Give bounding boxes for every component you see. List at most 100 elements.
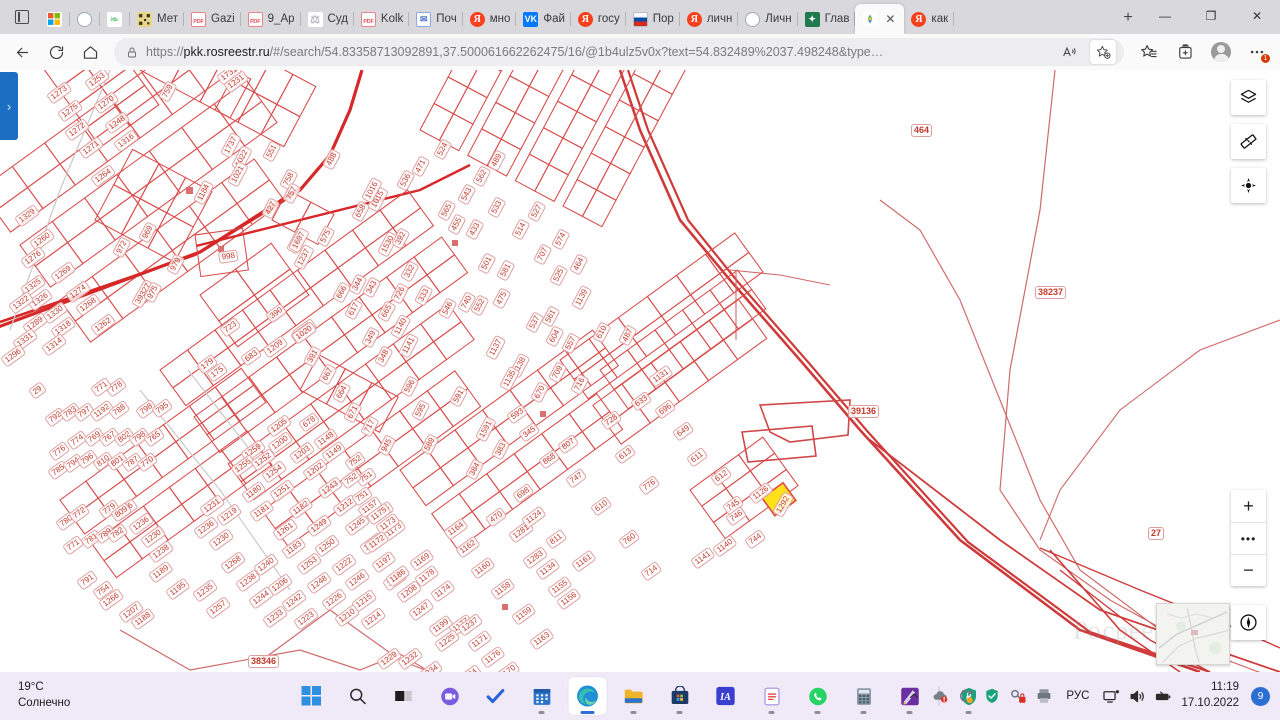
svg-text:IA: IA <box>719 692 731 703</box>
browser-tab[interactable] <box>70 4 100 34</box>
new-tab-button[interactable]: + <box>1114 4 1142 32</box>
windows-taskbar: 19°C Солнечно IA РУС 11:19 17.10.2022 9 <box>0 672 1280 720</box>
tray-printer-icon[interactable] <box>1034 686 1054 706</box>
start-button[interactable] <box>293 677 331 715</box>
notes-icon <box>763 687 780 705</box>
locate-button[interactable] <box>1231 168 1266 203</box>
compass-button[interactable] <box>1231 605 1266 640</box>
microsoft-store-button[interactable] <box>661 677 699 715</box>
edge-browser-button[interactable] <box>568 677 607 715</box>
browser-tab[interactable]: Мет <box>130 4 184 34</box>
browser-tab[interactable]: ✕ <box>855 4 905 34</box>
read-aloud-button[interactable] <box>1056 40 1082 64</box>
zoom-out-button[interactable]: − <box>1231 554 1266 586</box>
browser-tab-label: Личн <box>765 13 792 25</box>
weather-widget[interactable]: 19°C Солнечно <box>18 680 168 711</box>
compass-icon <box>1240 614 1257 631</box>
address-bar[interactable]: https://pkk.rosreestr.ru/#/search/54.833… <box>114 38 1124 66</box>
settings-more-button[interactable]: 1 <box>1240 37 1274 67</box>
browser-tab[interactable]: PDF Kolk <box>354 4 410 34</box>
locate-icon <box>1240 177 1257 194</box>
browser-tab[interactable]: VK Фай <box>516 4 571 34</box>
zoom-more-button[interactable]: ••• <box>1231 522 1266 554</box>
tray-sync-icon[interactable] <box>956 686 976 706</box>
browser-tab-label: Kolk <box>380 13 404 25</box>
notes-app-button[interactable] <box>753 677 791 715</box>
running-indicator <box>538 711 545 714</box>
tray-cloud-error-icon[interactable] <box>930 686 950 706</box>
tray-security-icon[interactable] <box>982 686 1002 706</box>
browser-tab-label: Мет <box>157 13 178 25</box>
home-button[interactable] <box>74 37 106 67</box>
battery-charging-icon <box>1156 691 1171 700</box>
todo-check-icon <box>486 688 505 704</box>
browser-tab-label: Gazi <box>211 13 235 25</box>
running-indicator <box>630 711 637 714</box>
tray-battery-icon[interactable] <box>1153 686 1173 706</box>
close-window-button[interactable]: ✕ <box>1234 0 1280 32</box>
browser-tab-label: Фай <box>543 13 565 25</box>
add-favorite-button[interactable] <box>1090 40 1116 64</box>
browser-tab[interactable]: ✦ Глав <box>798 4 856 34</box>
system-tray: РУС 11:19 17.10.2022 9 <box>904 672 1280 720</box>
whatsapp-button[interactable] <box>799 677 837 715</box>
cloud-error-icon <box>933 691 948 703</box>
search-button[interactable] <box>339 677 377 715</box>
browser-tab[interactable] <box>40 4 70 34</box>
refresh-button[interactable] <box>40 37 72 67</box>
calculator-button[interactable] <box>845 677 883 715</box>
favorites-button[interactable] <box>1132 37 1166 67</box>
left-panel-toggle[interactable]: › <box>0 72 18 140</box>
task-view-button[interactable] <box>385 677 423 715</box>
browser-tab[interactable]: PDF 9_Ар <box>241 4 301 34</box>
rosreestr-icon <box>862 12 877 27</box>
browser-tab[interactable]: PDF Gazi <box>184 4 241 34</box>
notification-badge[interactable]: 9 <box>1251 686 1270 706</box>
chat-button[interactable] <box>431 677 469 715</box>
settings-badge: 1 <box>1261 54 1270 63</box>
profile-button[interactable] <box>1204 37 1238 67</box>
browser-tab[interactable]: ✉ Поч <box>409 4 463 34</box>
browser-tab[interactable]: Личн <box>738 4 798 34</box>
tray-volume-icon[interactable] <box>1127 686 1147 706</box>
overview-minimap[interactable] <box>1156 603 1230 665</box>
collections-button[interactable] <box>1168 37 1202 67</box>
ia-icon: IA <box>716 686 735 706</box>
calendar-app-button[interactable] <box>523 677 561 715</box>
tab-list-button[interactable] <box>4 0 40 34</box>
browser-tab[interactable]: Ягосу <box>571 4 626 34</box>
pdf-icon: PDF <box>360 11 376 27</box>
browser-tab[interactable]: ⚖ Суд <box>301 4 354 34</box>
running-indicator <box>768 711 775 714</box>
browser-tab[interactable]: Якак <box>904 4 954 34</box>
yandex-icon: Я <box>577 11 593 27</box>
close-tab-button[interactable]: ✕ <box>882 11 898 27</box>
todo-app-button[interactable] <box>477 677 515 715</box>
layers-button[interactable] <box>1231 80 1266 115</box>
map-canvas[interactable] <box>0 70 1280 672</box>
weather-condition: Солнечно <box>18 697 71 709</box>
ia-app-button[interactable]: IA <box>707 677 745 715</box>
browser-tab[interactable]: Пор <box>626 4 680 34</box>
profile-avatar <box>1211 42 1231 62</box>
cadastral-map[interactable]: 1253 1273 1275 1270 1272 1248 1271 1316 1264 1329… <box>0 70 1280 672</box>
yandex-icon: Я <box>911 11 927 27</box>
clock[interactable]: 11:19 17.10.2022 <box>1181 680 1239 711</box>
file-explorer-button[interactable] <box>615 677 653 715</box>
tray-key-lock-icon[interactable] <box>1008 686 1028 706</box>
browser-tab[interactable]: Яличн <box>680 4 739 34</box>
browser-tab[interactable]: ❧ <box>100 4 130 34</box>
zoom-in-button[interactable]: + <box>1231 490 1266 522</box>
browser-tab-label: как <box>931 13 949 25</box>
mail-icon: ✉ <box>416 11 432 27</box>
tray-overflow-button[interactable] <box>904 686 924 706</box>
maximize-button[interactable]: ❐ <box>1188 0 1234 32</box>
read-aloud-icon <box>1063 46 1076 57</box>
measure-button[interactable] <box>1231 124 1266 159</box>
circle-icon <box>745 11 761 27</box>
tray-network-icon[interactable] <box>1101 686 1121 706</box>
browser-tab[interactable]: Ямнo <box>463 4 517 34</box>
minimize-button[interactable]: — <box>1142 0 1188 32</box>
back-button[interactable] <box>6 37 38 67</box>
tray-language-indicator[interactable]: РУС <box>1060 690 1095 702</box>
